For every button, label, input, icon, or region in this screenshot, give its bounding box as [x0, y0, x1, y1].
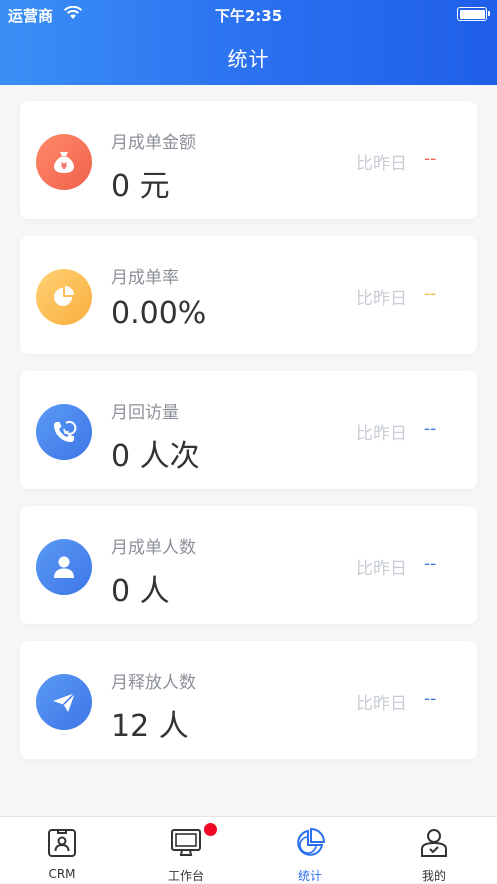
compare-value: -- — [424, 149, 437, 169]
compare-value: -- — [424, 284, 437, 304]
stat-value: 12 人 — [111, 709, 189, 744]
notification-badge — [204, 823, 217, 836]
person-icon — [36, 539, 92, 595]
stat-label: 月回访量 — [111, 403, 179, 423]
profile-icon — [421, 829, 447, 857]
page-title: 统计 — [227, 47, 270, 71]
compare-value: -- — [424, 419, 437, 439]
stat-value: 0 人 — [111, 574, 170, 609]
stat-card-monthly-deal-amount[interactable]: ¥ 月成单金额 0 元 比昨日 -- — [20, 101, 477, 219]
tab-label: CRM — [48, 867, 76, 881]
svg-text:¥: ¥ — [61, 162, 68, 172]
compare-label: 比昨日 — [356, 289, 407, 309]
pie-chart-icon — [36, 269, 92, 325]
stat-label: 月释放人数 — [111, 673, 196, 693]
tab-workbench[interactable]: 工作台 — [124, 817, 248, 884]
stats-card-list: ¥ 月成单金额 0 元 比昨日 -- 月成单率 0.00% 比昨日 -- 月回访… — [20, 101, 477, 776]
tab-statistics[interactable]: 统计 — [248, 817, 372, 884]
stat-value: 0 人次 — [111, 439, 200, 474]
crm-card-icon — [48, 829, 76, 857]
statistics-icon — [297, 827, 326, 856]
tab-label: 我的 — [421, 869, 446, 883]
money-bag-icon: ¥ — [36, 134, 92, 190]
compare-label: 比昨日 — [356, 559, 407, 579]
compare-label: 比昨日 — [356, 424, 407, 444]
monitor-icon — [171, 829, 201, 856]
stat-label: 月成单率 — [111, 268, 179, 288]
paper-plane-icon — [36, 674, 92, 730]
compare-value: -- — [424, 689, 437, 709]
status-time: 下午2:35 — [214, 7, 283, 25]
tab-label: 统计 — [297, 869, 322, 883]
stat-card-monthly-visits[interactable]: 月回访量 0 人次 比昨日 -- — [20, 371, 477, 489]
stat-card-monthly-released[interactable]: 月释放人数 12 人 比昨日 -- — [20, 641, 477, 759]
stat-value: 0 元 — [111, 169, 170, 204]
tab-crm[interactable]: CRM — [0, 817, 124, 884]
tab-bar: CRM 工作台 统计 我的 — [0, 816, 497, 883]
battery-icon — [457, 7, 490, 21]
tab-label: 工作台 — [167, 869, 204, 883]
compare-value: -- — [424, 554, 437, 574]
tab-mine[interactable]: 我的 — [372, 817, 496, 884]
stat-card-monthly-deal-count[interactable]: 月成单人数 0 人 比昨日 -- — [20, 506, 477, 624]
status-bar: 运营商 下午2:35 — [0, 0, 497, 28]
stat-card-monthly-deal-rate[interactable]: 月成单率 0.00% 比昨日 -- — [20, 236, 477, 354]
phone-callback-icon — [36, 404, 92, 460]
header: 运营商 下午2:35 统计 — [0, 0, 497, 85]
stat-value: 0.00% — [111, 296, 207, 331]
compare-label: 比昨日 — [356, 694, 407, 714]
stat-label: 月成单金额 — [111, 133, 196, 153]
stat-label: 月成单人数 — [111, 538, 196, 558]
compare-label: 比昨日 — [356, 154, 407, 174]
